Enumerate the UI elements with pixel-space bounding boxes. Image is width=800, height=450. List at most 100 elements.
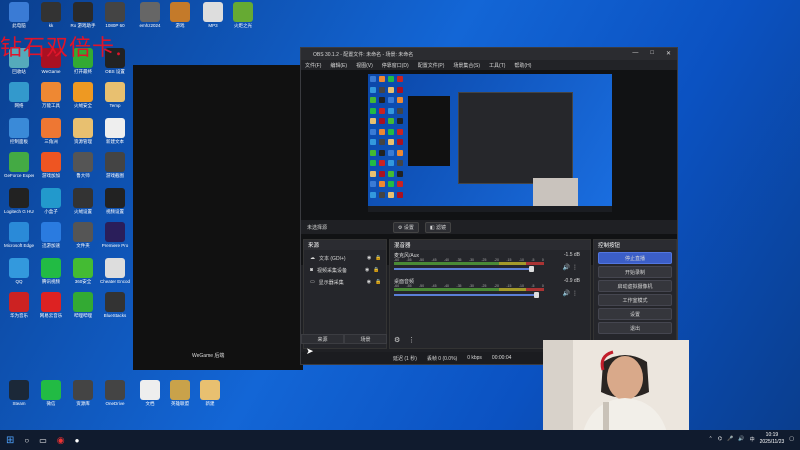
desktop-icon[interactable]: 资源库 (68, 380, 98, 416)
volume-slider[interactable] (394, 266, 534, 272)
menu-help[interactable]: 帮助(H) (514, 62, 531, 69)
properties-label: 设置 (403, 224, 414, 231)
desktop-icon[interactable]: 迅游加速 (36, 222, 66, 258)
menu-edit[interactable]: 编辑(E) (330, 62, 347, 69)
desktop-icon[interactable]: 三角洲 (36, 118, 66, 154)
menu-tools[interactable]: 工具(T) (489, 62, 505, 69)
desktop-icon[interactable]: 鲁大师 (68, 152, 98, 188)
filters-button[interactable]: ◧ 滤镜 (424, 221, 452, 233)
app-icon (41, 188, 61, 208)
start-icon[interactable]: ⊞ (6, 435, 14, 446)
chrome-icon[interactable]: ◉ (57, 435, 65, 446)
desktop-icon[interactable]: 360安全 (68, 258, 98, 294)
menu-file[interactable]: 文件(F) (305, 62, 321, 69)
taskview-icon[interactable]: ▭ (39, 436, 47, 445)
start-virtual-camera-button[interactable]: 启动虚拟摄像机 (598, 280, 672, 292)
tab-sources[interactable]: 来源 (301, 334, 344, 344)
volume-icon[interactable]: 🔊 (738, 436, 744, 442)
lock-icon[interactable]: 🔒 (373, 267, 379, 273)
eye-icon[interactable]: ◉ (365, 267, 369, 273)
volume-icon[interactable]: 🔊 ⋮ (563, 290, 578, 297)
network-icon[interactable]: ⌬ (718, 436, 722, 442)
desktop-icon[interactable]: 哔哩哔哩 (68, 292, 98, 328)
desktop-icon[interactable]: Logitech G HUB (4, 188, 34, 224)
desktop-icon[interactable]: 万能工具 (36, 82, 66, 118)
desktop-icon[interactable]: Steam (4, 380, 34, 416)
preview-desktop-icon (370, 86, 376, 93)
desktop-icon[interactable]: 火绒安全 (68, 82, 98, 118)
more-icon[interactable]: ⋮ (408, 336, 415, 344)
desktop-icon[interactable]: 新建 (195, 380, 225, 416)
clock[interactable]: 10:19 2025/11/23 (760, 432, 785, 446)
desktop-icon[interactable]: 火绒设置 (68, 188, 98, 224)
desktop-icon[interactable]: Temp (100, 82, 130, 118)
obs-taskbar-icon[interactable]: ● (75, 436, 80, 445)
desktop-icon[interactable]: Microsoft Edge (4, 222, 34, 258)
notification-icon[interactable]: ▢ (789, 436, 794, 442)
volume-icon[interactable]: 🔊 ⋮ (563, 264, 578, 271)
desktop-icon[interactable]: GeForce Experience (4, 152, 34, 188)
close-icon[interactable]: ✕ (666, 50, 671, 57)
preview-canvas[interactable] (368, 74, 612, 212)
lock-icon[interactable]: 🔒 (375, 255, 381, 261)
desktop-icon[interactable]: emhz2024 (135, 2, 165, 38)
desktop-icon[interactable]: 资源管理 (68, 118, 98, 154)
desktop-icon[interactable]: 文档 (135, 380, 165, 416)
desktop-icon[interactable]: OneDrive (100, 380, 130, 416)
input-language[interactable]: 中 (750, 436, 755, 443)
preview-desktop-icon (379, 118, 385, 124)
desktop-icon[interactable]: 腾讯视频 (36, 258, 66, 294)
desktop-icon[interactable]: 游戏加加 (36, 152, 66, 188)
source-item[interactable]: ☁ 文本 (GDI+) ◉ 🔒 (304, 252, 386, 264)
start-recording-button[interactable]: 开始录制 (598, 266, 672, 278)
desktop-icon[interactable]: 网络 (4, 82, 34, 118)
desktop-icon[interactable]: MP3 (198, 2, 228, 38)
volume-slider[interactable] (394, 292, 539, 298)
menu-profile[interactable]: 配置文件(P) (418, 62, 445, 69)
menu-scene-collection[interactable]: 场景集合(S) (453, 62, 480, 69)
eye-icon[interactable]: ◉ (367, 279, 371, 285)
lock-icon[interactable]: 🔒 (375, 279, 381, 285)
slider-knob[interactable] (529, 266, 534, 272)
source-item[interactable]: ◙ 视频采集设备 ◉ 🔒 (304, 264, 386, 276)
mic-icon[interactable]: 🎤 (727, 436, 733, 442)
source-item[interactable]: ▭ 显示器采集 ◉ 🔒 (304, 276, 386, 288)
desktop-icon[interactable]: 文件夹 (68, 222, 98, 258)
desktop-icon[interactable]: 华为音乐 (4, 292, 34, 328)
settings-button[interactable]: 设置 (598, 308, 672, 320)
maximize-icon[interactable]: □ (650, 50, 654, 57)
app-icon (73, 222, 93, 242)
desktop-icon[interactable]: 控制面板 (4, 118, 34, 154)
desktop-icon[interactable]: 网易云音乐 (36, 292, 66, 328)
exit-button[interactable]: 退出 (598, 322, 672, 334)
desktop-icon[interactable]: Premiere Pro (100, 222, 130, 258)
desktop-icon[interactable]: BlueStacks (100, 292, 130, 328)
desktop-icon[interactable]: 微信 (36, 380, 66, 416)
menu-docks[interactable]: 停靠窗口(D) (382, 62, 409, 69)
stop-streaming-button[interactable]: 停止直播 (598, 252, 672, 264)
gear-icon[interactable]: ⚙ (394, 336, 400, 344)
tab-scenes[interactable]: 场景 (344, 334, 387, 344)
desktop-icon[interactable]: 英雄联盟 (165, 380, 195, 416)
desktop-icon[interactable]: 小盒子 (36, 188, 66, 224)
webcam-person-image (543, 340, 689, 432)
app-icon (105, 292, 125, 312)
minimize-icon[interactable]: — (632, 50, 638, 57)
app-icon (105, 118, 125, 138)
preview-desktop-icon (379, 76, 385, 82)
menu-view[interactable]: 视图(V) (356, 62, 373, 69)
desktop-icon[interactable]: QQ (4, 258, 34, 294)
eye-icon[interactable]: ◉ (367, 255, 371, 261)
desktop-icon[interactable]: 游戏 (165, 2, 195, 38)
desktop-icon[interactable]: 新建文本 (100, 118, 130, 154)
preview-desktop-icon (397, 149, 403, 156)
properties-button[interactable]: ⚙ 设置 (393, 221, 419, 233)
desktop-icon[interactable]: 火炬之光 (228, 2, 258, 38)
chevron-up-icon[interactable]: ⌃ (709, 436, 713, 442)
desktop-icon[interactable]: 视频设置 (100, 188, 130, 224)
studio-mode-button[interactable]: 工作室模式 (598, 294, 672, 306)
search-icon[interactable]: ○ (24, 436, 29, 445)
desktop-icon[interactable]: 游戏截图 (100, 152, 130, 188)
slider-knob[interactable] (533, 292, 539, 298)
desktop-icon[interactable]: Cheater Encoding (100, 258, 130, 294)
